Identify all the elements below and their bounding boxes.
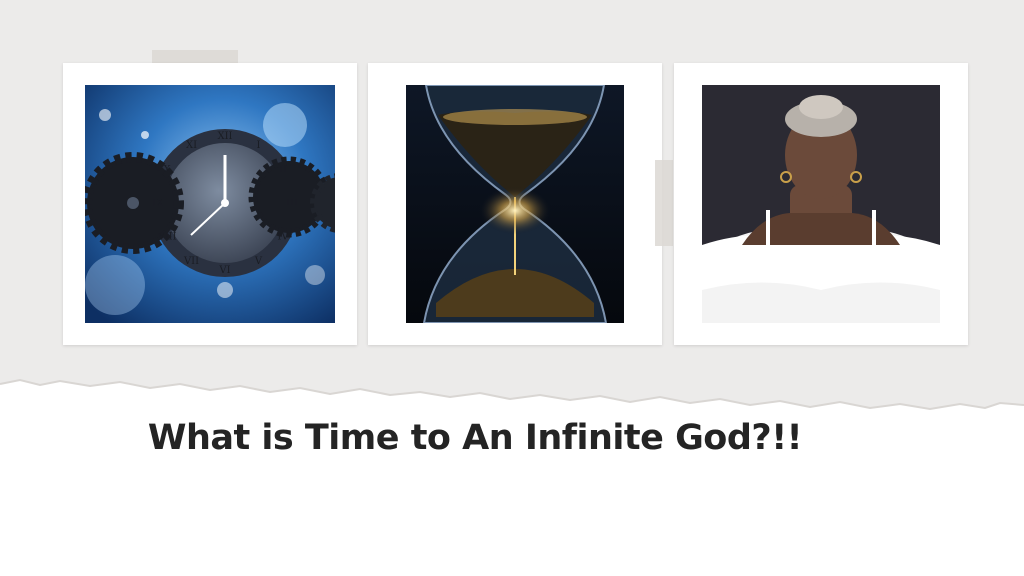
photo-frame-portrait: [674, 63, 968, 345]
clock-gears-image: XII I II III IV V VI VII VIII IX X XI: [85, 85, 335, 323]
photo-frame-clock: XII I II III IV V VI VII VIII IX X XI: [63, 63, 357, 345]
clock-numeral: IX: [152, 198, 164, 209]
clock-numeral: VI: [218, 265, 230, 276]
clock-numeral: VII: [183, 256, 199, 267]
clock-numeral: I: [257, 140, 261, 151]
clock-numeral: III: [286, 198, 298, 209]
tape-strip-middle: [655, 160, 673, 246]
clock-numeral: II: [279, 165, 287, 176]
gear-icon-right: [248, 156, 330, 238]
photo-frame-hourglass: [368, 63, 662, 345]
clock-numeral: V: [254, 256, 263, 267]
clock-numeral: XI: [186, 140, 197, 151]
clock-numeral: VIII: [156, 232, 176, 243]
hourglass-image: [406, 85, 624, 323]
woman-portrait-image: [702, 85, 940, 323]
clock-numeral: IV: [277, 232, 289, 243]
slide-title: What is Time to An Infinite God?!!: [147, 418, 803, 458]
clock-numeral: XII: [217, 131, 232, 142]
clock-numeral: X: [163, 165, 171, 176]
